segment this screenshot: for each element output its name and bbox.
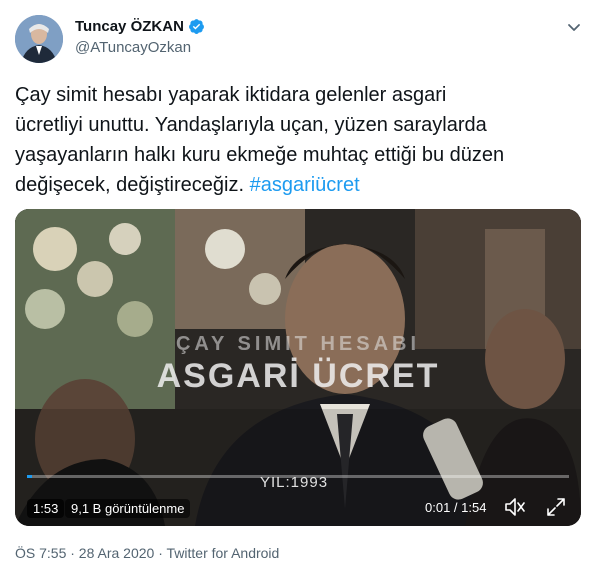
hashtag-link[interactable]: #asgariücret (250, 174, 360, 196)
author-name[interactable]: Tuncay ÖZKAN (75, 18, 184, 35)
expand-icon (547, 498, 565, 516)
tweet-metadata: ÖS 7:55 · 28 Ara 2020 · Twitter for Andr… (15, 545, 280, 561)
video-overlay-subtitle: ASGARİ ÜCRET (156, 357, 440, 395)
view-count: 9,1 B görüntülenme (65, 499, 191, 518)
more-options-button[interactable] (561, 14, 587, 40)
avatar-photo (15, 15, 63, 63)
avatar[interactable] (15, 15, 63, 63)
author-handle[interactable]: @ATuncayOzkan (75, 39, 191, 56)
duration-badge: 1:53 (27, 499, 65, 518)
video-progress-fill (27, 475, 33, 478)
video-overlay-title: ÇAY SIMIT HESABI (175, 333, 421, 355)
chevron-down-icon (568, 24, 580, 31)
tweet-text: Çay simit hesabı yaparak iktidara gelenl… (15, 80, 575, 200)
video-progress-bar[interactable] (27, 475, 569, 478)
mute-button[interactable] (503, 496, 527, 518)
fullscreen-button[interactable] (545, 496, 567, 518)
video-player[interactable]: ÇAY SIMIT HESABI ASGARİ ÜCRET YIL:1993 1… (15, 209, 581, 526)
verified-badge-icon (188, 19, 204, 34)
speaker-muted-icon (505, 498, 525, 516)
video-timecode: 0:01 / 1:54 (425, 500, 487, 515)
